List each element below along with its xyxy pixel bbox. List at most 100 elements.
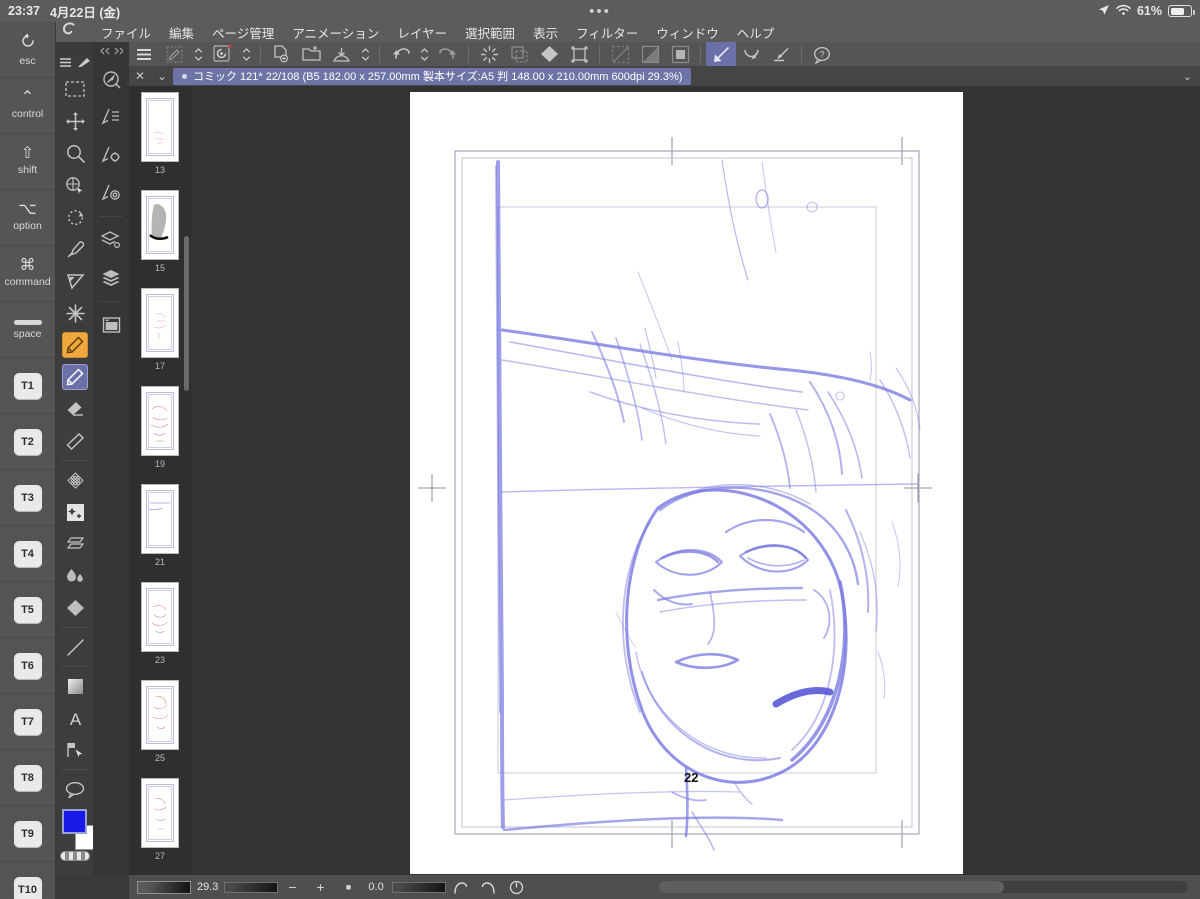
key-control[interactable]: ⌃ control [0, 78, 55, 134]
canvas-paper[interactable]: 22 [410, 92, 963, 874]
quick-access-chevron[interactable] [189, 42, 207, 66]
auto-action-button[interactable] [207, 42, 237, 66]
key-option[interactable]: ⌥ option [0, 190, 55, 246]
page-thumbnail-21[interactable]: 21 [129, 478, 191, 576]
key-t10[interactable]: T10 [0, 862, 55, 899]
reset-rotation-icon[interactable] [502, 875, 530, 899]
new-document-button[interactable] [266, 42, 296, 66]
page-panel-scrollbar[interactable] [184, 236, 189, 391]
help-button[interactable]: ? [807, 42, 837, 66]
pencil-tool[interactable] [57, 361, 93, 393]
frame-border-tool[interactable] [57, 670, 93, 702]
color-swatches[interactable] [57, 805, 100, 861]
canvas-area[interactable]: 22 [191, 86, 1200, 875]
zoom-tool[interactable] [57, 137, 93, 169]
menu-page-management[interactable]: ページ管理 [203, 23, 283, 42]
layer-select-tool[interactable] [57, 734, 93, 766]
key-t4[interactable]: T4 [0, 526, 55, 582]
figure-ruler-tool[interactable] [57, 265, 93, 297]
close-icon[interactable]: ✕ [129, 66, 151, 86]
key-command[interactable]: ⌘ command [0, 246, 55, 302]
page-thumbnail-25[interactable]: 25 [129, 674, 191, 772]
key-space[interactable]: space [0, 302, 55, 358]
eraser-tool[interactable] [57, 393, 93, 425]
key-t9[interactable]: T9 [0, 806, 55, 862]
document-tab[interactable]: コミック 121* 22/108 (B5 182.00 x 257.00mm 製… [173, 67, 692, 85]
rotate-right-icon[interactable] [474, 875, 502, 899]
page-thumbnail-27[interactable]: 27 [129, 772, 191, 870]
auto-action-chevron[interactable] [237, 42, 255, 66]
rotation-slider[interactable] [392, 881, 447, 893]
fill-bucket-tool[interactable] [57, 560, 93, 592]
scale-rotate-button[interactable] [564, 42, 594, 66]
menu-view[interactable]: 表示 [524, 23, 567, 42]
menu-help[interactable]: ヘルプ [728, 23, 784, 42]
snap-ruler-button[interactable] [706, 42, 736, 66]
magic-wand-tool[interactable] [57, 297, 93, 329]
decoration-tool[interactable] [57, 496, 93, 528]
layer-property-panel-icon[interactable] [93, 221, 129, 259]
transparent-color-swatch[interactable] [60, 851, 90, 861]
undo-redo-chevron[interactable] [415, 42, 433, 66]
gradient-tool[interactable] [57, 592, 93, 624]
redo-button[interactable] [433, 42, 463, 66]
key-t7[interactable]: T7 [0, 694, 55, 750]
hamburger-menu-icon[interactable] [59, 57, 72, 71]
zoom-value-label[interactable]: 29.3 [191, 881, 224, 893]
fill-button[interactable] [534, 42, 564, 66]
invert-selection-button[interactable] [635, 42, 665, 66]
scrollbar-thumb[interactable] [659, 881, 1004, 893]
fit-to-screen-button[interactable]: ■ [334, 875, 362, 899]
save-button[interactable] [326, 42, 356, 66]
zoom-slider[interactable] [137, 880, 191, 894]
fill-selection-button[interactable] [504, 42, 534, 66]
save-chevron[interactable] [356, 42, 374, 66]
sub-tool-panel-icon[interactable] [93, 98, 129, 136]
page-thumbnail-23[interactable]: 23 [129, 576, 191, 674]
expand-selection-button[interactable] [665, 42, 695, 66]
page-thumbnail-19[interactable]: 19 [129, 380, 191, 478]
menu-layer[interactable]: レイヤー [388, 23, 456, 42]
key-shift[interactable]: ⇧ shift [0, 134, 55, 190]
tool-property-panel-icon[interactable] [93, 136, 129, 174]
perspective-tool[interactable] [57, 528, 93, 560]
snap-curve-button[interactable] [736, 42, 766, 66]
menu-file[interactable]: ファイル [92, 23, 160, 42]
select-none-button[interactable] [605, 42, 635, 66]
key-t6[interactable]: T6 [0, 638, 55, 694]
brush-setting-panel-icon[interactable] [93, 174, 129, 212]
tone-tool[interactable] [57, 464, 93, 496]
rotate-left-icon[interactable] [446, 875, 474, 899]
undo-button[interactable] [385, 42, 415, 66]
layer-panel-icon[interactable] [93, 259, 129, 297]
zoom-out-button[interactable]: − [278, 875, 306, 899]
hamburger-menu-button[interactable] [129, 42, 159, 66]
text-tool[interactable]: A [57, 702, 93, 734]
page-thumbnail-17[interactable]: 17 [129, 282, 191, 380]
chevron-down-icon[interactable]: ⌄ [151, 66, 173, 86]
line-shape-tool[interactable] [57, 631, 93, 663]
foreground-color-swatch[interactable] [62, 809, 87, 834]
clear-button[interactable] [474, 42, 504, 66]
key-t8[interactable]: T8 [0, 750, 55, 806]
zoom-slider-secondary[interactable] [224, 881, 279, 893]
open-file-button[interactable] [296, 42, 326, 66]
canvas-horizontal-scrollbar[interactable] [659, 881, 1188, 893]
eyedropper-tool[interactable] [57, 233, 93, 265]
palette-dock-header[interactable] [93, 42, 129, 60]
rotate-tool[interactable] [57, 201, 93, 233]
menu-filter[interactable]: フィルター [567, 23, 647, 42]
menu-window[interactable]: ウィンドウ [647, 23, 728, 42]
menu-selection[interactable]: 選択範囲 [456, 23, 524, 42]
page-manager-panel[interactable]: 13 15 17 19 21 23 25 27 [129, 86, 191, 875]
key-t3[interactable]: T3 [0, 470, 55, 526]
object-select-tool[interactable] [57, 169, 93, 201]
rotation-value-label[interactable]: 0.0 [362, 881, 392, 893]
pen-tool[interactable] [57, 329, 93, 361]
tool-palette-header[interactable] [57, 55, 93, 73]
zoom-in-button[interactable]: + [306, 875, 334, 899]
navigator-panel-icon[interactable] [93, 60, 129, 98]
move-tool[interactable] [57, 105, 93, 137]
key-esc[interactable]: esc [0, 22, 55, 78]
quick-access-button[interactable] [159, 42, 189, 66]
